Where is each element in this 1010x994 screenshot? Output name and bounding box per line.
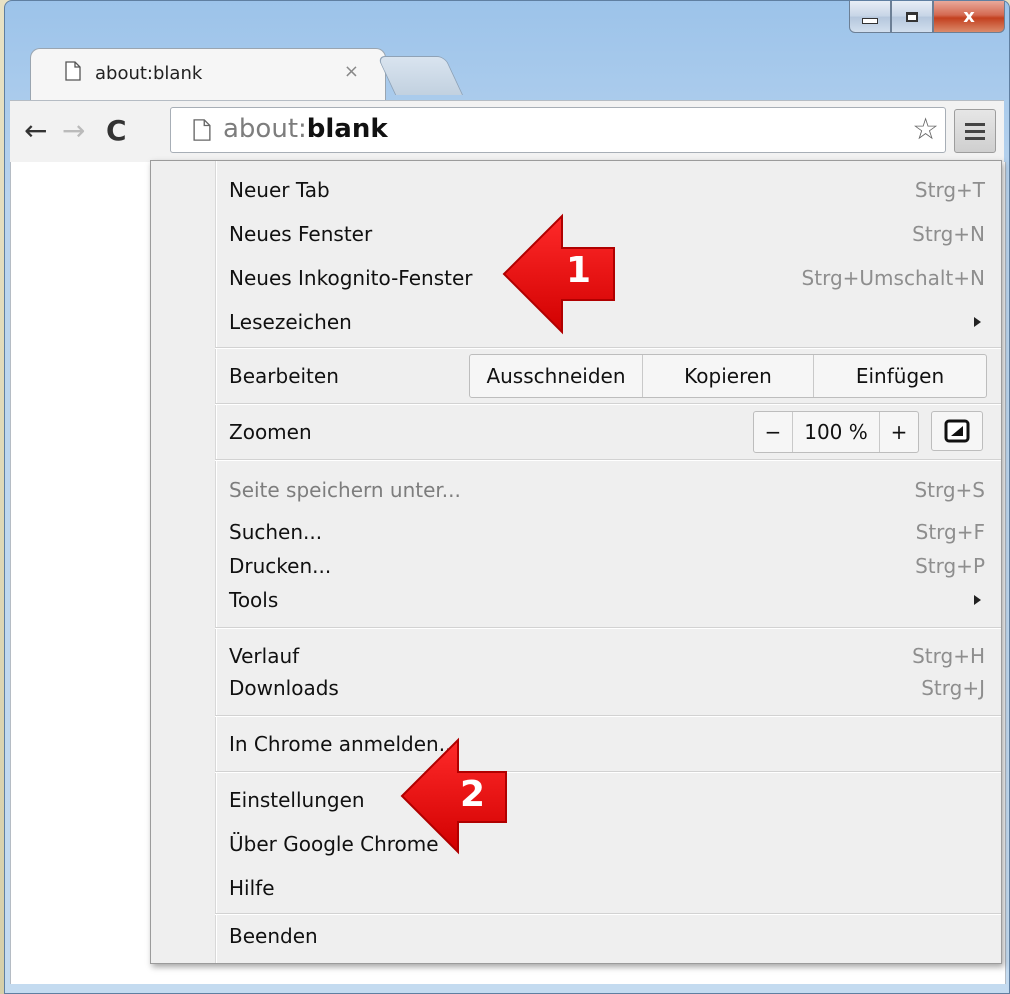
cut-button[interactable]: Ausschneiden	[470, 355, 643, 397]
maximize-button[interactable]	[891, 1, 933, 33]
fullscreen-button[interactable]	[931, 411, 983, 451]
close-icon: x	[963, 6, 975, 27]
menu-item-about[interactable]: Über Google Chrome	[229, 827, 985, 861]
toolbar: ← → C about:blank ☆	[10, 100, 1004, 163]
menu-item-find[interactable]: Suchen... Strg+F	[229, 515, 985, 549]
url-scheme: about:	[223, 114, 307, 144]
menu-item-label: Einstellungen	[229, 788, 365, 812]
menu-separator	[215, 913, 1001, 915]
arrow-1-number: 1	[566, 250, 592, 291]
menu-item-label: Zoomen	[229, 420, 312, 444]
menu-item-label: Beenden	[229, 924, 318, 948]
menu-item-label: Bearbeiten	[229, 364, 339, 388]
maximize-icon	[906, 11, 918, 22]
bookmark-star-icon[interactable]: ☆	[912, 114, 939, 146]
menu-item-history[interactable]: Verlauf Strg+H	[229, 639, 985, 673]
paste-button[interactable]: Einfügen	[814, 355, 986, 397]
menu-item-shortcut: Strg+N	[912, 222, 985, 246]
copy-button[interactable]: Kopieren	[643, 355, 814, 397]
menu-item-help[interactable]: Hilfe	[229, 871, 985, 905]
tab-title: about:blank	[95, 63, 203, 84]
menu-item-edit: Bearbeiten	[229, 359, 429, 393]
reload-button[interactable]: C	[106, 113, 127, 149]
menu-item-downloads[interactable]: Downloads Strg+J	[229, 671, 985, 705]
menu-separator	[215, 347, 1001, 349]
menu-item-label: Neues Inkognito-Fenster	[229, 266, 473, 290]
back-button[interactable]: ←	[24, 113, 47, 149]
menu-item-shortcut: Strg+P	[915, 554, 985, 578]
tab-close-icon[interactable]: ×	[344, 61, 359, 82]
menu-gutter	[215, 161, 217, 963]
zoom-in-button[interactable]: +	[880, 412, 918, 452]
fullscreen-icon	[944, 419, 970, 443]
hamburger-icon	[965, 122, 985, 126]
menu-item-new-tab[interactable]: Neuer Tab Strg+T	[229, 173, 985, 207]
red-arrow-icon	[502, 213, 615, 335]
close-window-button[interactable]: x	[933, 1, 1005, 33]
menu-item-shortcut: Strg+S	[914, 478, 985, 502]
menu-item-shortcut: Strg+J	[921, 676, 985, 700]
annotation-arrow-2: 2	[400, 736, 510, 856]
red-arrow-icon	[400, 737, 507, 855]
menu-item-label: Suchen...	[229, 520, 323, 544]
menu-item-label: Downloads	[229, 676, 339, 700]
menu-item-settings[interactable]: Einstellungen	[229, 783, 985, 817]
url-text[interactable]: about:blank	[223, 114, 388, 144]
menu-item-label: Lesezeichen	[229, 310, 352, 334]
menu-item-exit[interactable]: Beenden	[229, 919, 985, 953]
menu-separator	[215, 715, 1001, 717]
zoom-out-button[interactable]: −	[754, 412, 793, 452]
annotation-arrow-1: 1	[500, 212, 620, 336]
menu-item-shortcut: Strg+F	[915, 520, 985, 544]
address-bar[interactable]: about:blank ☆	[170, 107, 946, 153]
menu-item-shortcut: Strg+Umschalt+N	[801, 266, 985, 290]
menu-separator	[215, 627, 1001, 629]
menu-item-label: Neues Fenster	[229, 222, 373, 246]
menu-item-print[interactable]: Drucken... Strg+P	[229, 549, 985, 583]
menu-separator	[215, 403, 1001, 405]
url-host: blank	[306, 114, 388, 144]
menu-item-label: Neuer Tab	[229, 178, 330, 202]
menu-item-signin[interactable]: In Chrome anmelden...	[229, 727, 985, 761]
forward-button[interactable]: →	[62, 113, 85, 149]
menu-item-label: Drucken...	[229, 554, 332, 578]
menu-item-label: Verlauf	[229, 644, 300, 668]
submenu-arrow-icon	[974, 595, 981, 605]
window-caption-buttons: x	[849, 1, 1005, 37]
menu-item-label: Hilfe	[229, 876, 275, 900]
minimize-button[interactable]	[849, 1, 891, 33]
submenu-arrow-icon	[974, 317, 981, 327]
menu-separator	[215, 771, 1001, 773]
page-icon	[193, 118, 211, 146]
menu-item-zoom: Zoomen	[229, 415, 429, 449]
menu-item-shortcut: Strg+T	[914, 178, 985, 202]
menu-item-label: Seite speichern unter...	[229, 478, 461, 502]
arrow-2-number: 2	[460, 774, 486, 815]
minimize-icon	[862, 17, 878, 24]
tab-about-blank[interactable]: about:blank ×	[30, 48, 386, 100]
page-icon	[65, 61, 81, 85]
menu-item-label: Tools	[229, 588, 279, 612]
menu-item-save-page[interactable]: Seite speichern unter... Strg+S	[229, 473, 985, 507]
zoom-controls: − 100 % +	[753, 411, 919, 453]
edit-button-group: Ausschneiden Kopieren Einfügen	[469, 354, 987, 398]
zoom-level: 100 %	[793, 412, 880, 452]
menu-item-shortcut: Strg+H	[912, 644, 985, 668]
chrome-menu-button[interactable]	[954, 109, 996, 153]
menu-separator	[215, 459, 1001, 461]
menu-item-tools[interactable]: Tools	[229, 583, 985, 617]
